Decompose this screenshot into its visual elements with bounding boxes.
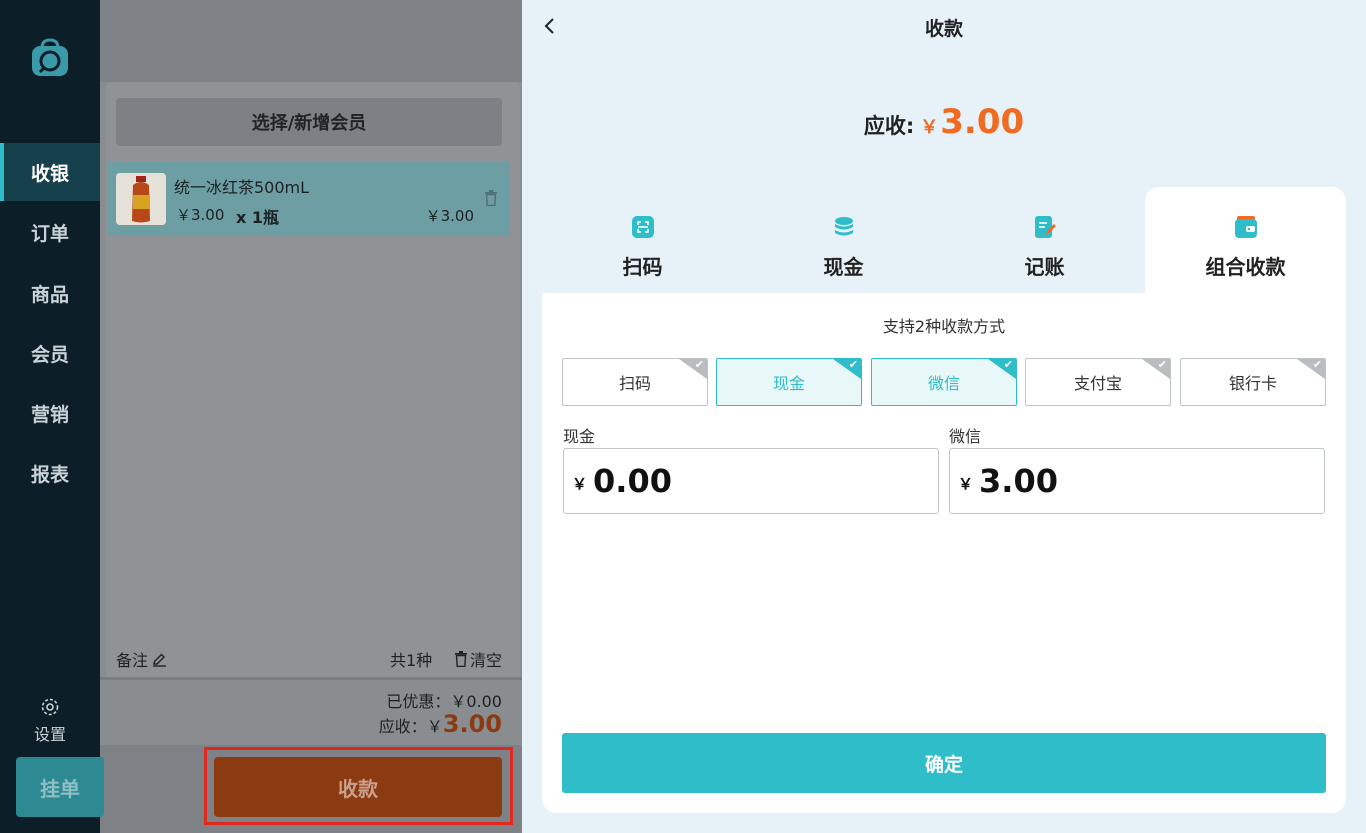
method-label: 现金 xyxy=(772,374,805,393)
settings-label: 设置 xyxy=(33,725,66,744)
nav-item-label: 会员 xyxy=(30,343,69,366)
collect-label: 收款 xyxy=(338,776,378,801)
wallet-icon xyxy=(1234,216,1257,238)
nav-item-cashier[interactable]: 收银 xyxy=(0,143,100,201)
nav-item-label: 订单 xyxy=(30,222,69,245)
method-bank-card[interactable]: 银行卡 ✔ xyxy=(1180,358,1326,406)
payment-panel: 收款 应收: ￥ 3.00 扫码 现金 记账 组合收款 支持2种收款方式 扫码 … xyxy=(522,0,1366,833)
tab-ledger[interactable]: 记账 xyxy=(944,187,1145,293)
clear-label: 清空 xyxy=(469,651,502,670)
left-nav: 收银 订单 商品 会员 营销 报表 设置 客服 xyxy=(0,0,100,833)
cart-header-area xyxy=(100,0,522,82)
amount-due: 应收: ￥ 3.00 xyxy=(522,102,1366,142)
confirm-button[interactable]: 确定 xyxy=(562,733,1326,793)
scan-icon xyxy=(631,216,654,238)
product-thumbnail xyxy=(116,173,166,225)
method-label: 银行卡 xyxy=(1228,374,1277,393)
method-label: 扫码 xyxy=(618,374,651,393)
tab-label: 记账 xyxy=(1024,255,1065,279)
check-icon: ✔ xyxy=(848,358,858,371)
nav-item-orders[interactable]: 订单 xyxy=(0,203,100,261)
product-qty: x 1瓶 xyxy=(236,208,280,227)
tab-scan[interactable]: 扫码 xyxy=(542,187,743,293)
note-button[interactable]: 备注 xyxy=(116,647,167,671)
method-label: 支付宝 xyxy=(1073,374,1122,393)
trash-icon xyxy=(454,651,467,667)
page-title: 收款 xyxy=(924,18,963,40)
method-wechat[interactable]: 微信 ✔ xyxy=(871,358,1017,406)
currency-symbol: ￥ xyxy=(572,474,588,493)
product-subtotal: ￥3.00 xyxy=(425,207,474,225)
cart-panel: 选择/新增会员 统一冰红茶500mL ￥3.00 x 1瓶 ￥3.00 备注 共… xyxy=(100,0,522,833)
pencil-icon xyxy=(153,653,167,667)
member-button-label: 选择/新增会员 xyxy=(251,113,367,134)
nav-item-members[interactable]: 会员 xyxy=(0,324,100,382)
cart-tools: 备注 共1种 清空 xyxy=(116,647,502,671)
cash-amount-input[interactable]: ￥ 0.00 xyxy=(563,448,939,514)
select-member-button[interactable]: 选择/新增会员 xyxy=(116,98,502,146)
tab-label: 组合收款 xyxy=(1205,255,1286,279)
due-value: 3.00 xyxy=(442,710,502,738)
nav-settings[interactable]: 设置 xyxy=(0,697,100,745)
shop-bag-logo-icon xyxy=(28,36,72,80)
amount-currency: ￥ xyxy=(920,117,939,138)
combo-hint: 支持2种收款方式 xyxy=(882,317,1006,336)
hang-order-button[interactable]: 挂单 xyxy=(16,757,104,817)
clear-cart-button[interactable]: 清空 xyxy=(454,647,502,671)
tab-label: 扫码 xyxy=(622,255,663,279)
trash-icon[interactable] xyxy=(484,190,498,210)
nav-item-label: 营销 xyxy=(30,403,69,426)
method-cash[interactable]: 现金 ✔ xyxy=(716,358,862,406)
tab-cash[interactable]: 现金 xyxy=(743,187,944,293)
currency-symbol: ￥ xyxy=(958,474,974,493)
wechat-amount-input[interactable]: ￥ 3.00 xyxy=(949,448,1325,514)
product-price: ￥3.00 xyxy=(176,206,225,224)
tab-label: 现金 xyxy=(823,255,864,279)
gear-icon xyxy=(41,698,59,716)
combined-payment-card: 支持2种收款方式 扫码 ✔ 现金 ✔ 微信 ✔ 支付宝 ✔ 银行卡 ✔ 现金 ￥… xyxy=(542,293,1346,813)
ledger-icon xyxy=(1034,216,1056,238)
check-icon: ✔ xyxy=(1157,358,1167,371)
nav-item-reports[interactable]: 报表 xyxy=(0,444,100,502)
check-icon: ✔ xyxy=(1003,358,1013,371)
hang-label: 挂单 xyxy=(40,776,80,801)
check-icon: ✔ xyxy=(694,358,704,371)
amount-label: 应收: xyxy=(863,114,915,138)
nav-item-label: 收银 xyxy=(30,162,69,185)
amount-value: 3.00 xyxy=(940,102,1025,142)
method-alipay[interactable]: 支付宝 ✔ xyxy=(1025,358,1171,406)
item-count: 共1种 xyxy=(390,651,433,670)
wechat-amount-value: 3.00 xyxy=(979,462,1058,500)
check-icon: ✔ xyxy=(1312,358,1322,371)
cart-due: 应收：￥ 3.00 xyxy=(379,710,502,738)
note-label: 备注 xyxy=(116,651,149,670)
cart-item[interactable]: 统一冰红茶500mL ￥3.00 x 1瓶 ￥3.00 xyxy=(108,162,510,236)
collect-payment-button[interactable]: 收款 xyxy=(214,757,502,817)
nav-item-label: 商品 xyxy=(30,283,69,306)
method-scan[interactable]: 扫码 ✔ xyxy=(562,358,708,406)
tab-combined-payment[interactable]: 组合收款 xyxy=(1145,187,1346,293)
confirm-label: 确定 xyxy=(924,753,963,776)
cash-amount-value: 0.00 xyxy=(593,462,672,500)
due-label: 应收：￥ xyxy=(378,717,443,736)
cash-field-label: 现金 xyxy=(563,427,596,446)
discount-text: 已优惠：￥0.00 xyxy=(386,692,502,711)
method-label: 微信 xyxy=(927,374,960,393)
nav-item-marketing[interactable]: 营销 xyxy=(0,384,100,442)
nav-item-products[interactable]: 商品 xyxy=(0,264,100,322)
nav-item-label: 报表 xyxy=(30,463,69,486)
product-name: 统一冰红茶500mL xyxy=(174,178,310,197)
divider xyxy=(100,677,522,680)
wechat-field-label: 微信 xyxy=(949,427,982,446)
coins-icon xyxy=(834,217,853,236)
